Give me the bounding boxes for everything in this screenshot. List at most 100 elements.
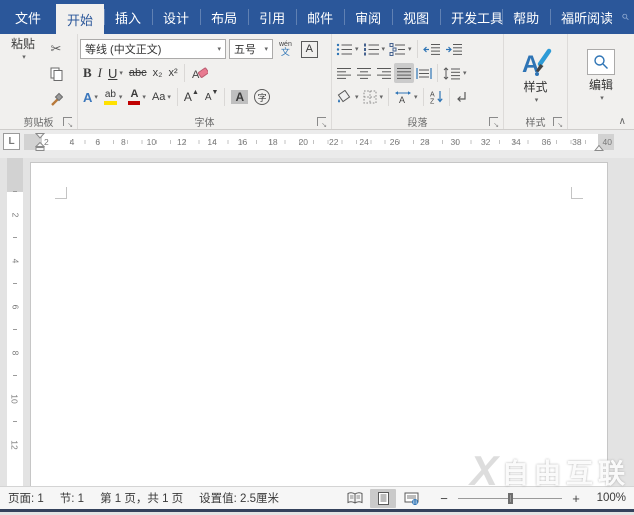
bullets-icon (336, 43, 352, 55)
align-center-button[interactable] (354, 63, 374, 83)
status-setting-value[interactable]: 设置值: 2.5厘米 (199, 490, 279, 506)
ribbon-tab[interactable]: 帮助 (502, 0, 550, 34)
show-hide-marks-button[interactable] (453, 87, 470, 107)
font-name-dropdown-arrow: ▾ (217, 46, 221, 53)
borders-button[interactable]: ▾ (361, 87, 386, 107)
styles-group-label: 样式 (525, 117, 546, 129)
zoom-in-button[interactable]: + (570, 491, 582, 506)
multilevel-list-button[interactable]: ▾ (387, 39, 414, 59)
strikethrough-button[interactable]: abc (126, 63, 150, 83)
ribbon-tab[interactable]: 布局 (200, 0, 248, 34)
multilevel-list-icon (389, 42, 406, 56)
editing-button-label: 编辑 (588, 77, 613, 92)
document-page[interactable] (30, 162, 608, 486)
decrease-indent-button[interactable] (421, 39, 443, 59)
bullets-button[interactable]: ▾ (334, 39, 361, 59)
collapse-ribbon-button[interactable]: ∧ (619, 116, 626, 127)
phonetic-guide-button[interactable]: wén 文 (276, 39, 295, 59)
ribbon-tab[interactable]: 开发工具 (440, 0, 502, 34)
hanging-indent-marker[interactable] (35, 142, 45, 151)
font-size-combobox[interactable]: 五号 ▾ (229, 39, 273, 59)
clear-formatting-button[interactable]: A (188, 63, 211, 83)
editing-group: 编辑 ▾ (568, 34, 634, 129)
vertical-ruler[interactable]: 2 4 6 8 10 12 (0, 158, 25, 486)
font-color-button[interactable]: A ▾ (125, 87, 149, 107)
styles-icon: A (522, 48, 551, 77)
superscript-button[interactable]: x² (165, 63, 180, 83)
shrink-font-button[interactable]: A ▼ (202, 87, 222, 107)
enclose-characters-button[interactable]: 字 (251, 87, 273, 107)
ribbon-tab[interactable]: 邮件 (296, 0, 344, 34)
justify-button[interactable] (394, 63, 414, 83)
paragraph-dialog-launcher-icon[interactable] (489, 117, 499, 129)
right-indent-marker[interactable] (594, 145, 604, 151)
ribbon-tab[interactable]: 审阅 (344, 0, 392, 34)
paste-label: 粘贴 (10, 36, 35, 51)
zoom-slider-handle[interactable] (508, 492, 513, 504)
character-border-button[interactable]: A (298, 39, 321, 59)
ribbon-tab[interactable]: 福昕阅读 (550, 0, 612, 34)
horizontal-ruler[interactable]: 2 4 6 8 10 12 14 16 18 20 22 24 26 28 30 32 34 36 38 40 (24, 133, 614, 151)
copy-button[interactable] (46, 65, 66, 82)
zoom-level[interactable]: 100% (590, 492, 626, 504)
shading-bucket-icon (337, 90, 351, 103)
line-spacing-button[interactable]: ▾ (441, 63, 469, 83)
font-group: 等线 (中文正文) ▾ 五号 ▾ wén 文 A B I U ▾ abc x₂ … (78, 34, 332, 129)
print-layout-icon (377, 491, 389, 505)
text-effects-button[interactable]: A ▾ (80, 87, 101, 107)
ribbon-tab[interactable]: 设计 (152, 0, 200, 34)
change-case-button[interactable]: Aa ▾ (149, 87, 174, 107)
window-bottom-edge (0, 509, 634, 512)
ribbon-tab[interactable]: 引用 (248, 0, 296, 34)
subscript-button[interactable]: x₂ (150, 63, 166, 83)
distribute-text-button[interactable] (414, 63, 434, 83)
first-line-indent-marker[interactable] (35, 133, 45, 139)
align-left-button[interactable] (334, 63, 354, 83)
grow-font-button[interactable]: A ▲ (181, 87, 202, 107)
zoom-out-button[interactable]: − (438, 491, 450, 506)
print-layout-button[interactable] (370, 488, 396, 508)
bold-button[interactable]: B (80, 63, 95, 83)
ribbon-tab[interactable]: 视图 (392, 0, 440, 34)
status-page-of-pages[interactable]: 第 1 页，共 1 页 (100, 490, 183, 506)
tell-me-search[interactable]: 告诉我 (612, 0, 634, 34)
text-highlight-button[interactable]: ab ▾ (101, 87, 126, 107)
paste-button[interactable]: 粘贴 ▾ (2, 36, 44, 61)
status-page-number[interactable]: 页面: 1 (8, 490, 44, 506)
clipboard-dialog-launcher-icon[interactable] (63, 117, 73, 129)
shading-button[interactable]: ▾ (334, 87, 361, 107)
zoom-slider[interactable] (458, 492, 562, 505)
increase-indent-icon (445, 43, 462, 55)
numbering-button[interactable]: ▾ (361, 39, 388, 59)
asian-layout-button[interactable]: A ▾ (392, 87, 420, 107)
cut-button[interactable]: ✂ (46, 40, 66, 57)
italic-button[interactable]: I (95, 63, 105, 83)
asian-layout-icon: A (395, 91, 412, 104)
increase-indent-button[interactable] (443, 39, 465, 59)
font-dialog-launcher-icon[interactable] (317, 117, 327, 129)
format-painter-button[interactable] (46, 90, 66, 107)
web-layout-button[interactable] (398, 489, 424, 508)
status-section[interactable]: 节: 1 (60, 490, 84, 506)
align-right-button[interactable] (374, 63, 394, 83)
ribbon-tab[interactable]: 插入 (104, 0, 152, 34)
character-shading-button[interactable]: A (228, 87, 251, 107)
phonetic-guide-icon: wén 文 (279, 41, 292, 57)
editing-button[interactable]: 编辑 ▾ (570, 37, 632, 113)
paragraph-mark-icon (456, 91, 466, 102)
format-painter-icon (51, 92, 63, 106)
paragraph-group-label: 段落 (407, 117, 428, 129)
underline-button[interactable]: U ▾ (105, 63, 126, 83)
read-mode-button[interactable] (342, 489, 368, 508)
ribbon-tab[interactable]: 开始 (56, 4, 105, 34)
styles-dialog-launcher-icon[interactable] (553, 117, 563, 129)
clipboard-group-label: 剪贴板 (23, 117, 54, 129)
shrink-arrow-icon: ▼ (211, 88, 219, 96)
paste-dropdown-arrow: ▾ (22, 53, 26, 61)
borders-icon (363, 90, 377, 104)
styles-button[interactable]: A 样式 ▾ (506, 37, 565, 113)
sort-button[interactable]: A Z (427, 87, 446, 107)
ribbon-tab[interactable]: 文件 (0, 0, 56, 34)
tab-stop-selector[interactable]: L (3, 133, 20, 150)
font-name-combobox[interactable]: 等线 (中文正文) ▾ (80, 39, 226, 59)
